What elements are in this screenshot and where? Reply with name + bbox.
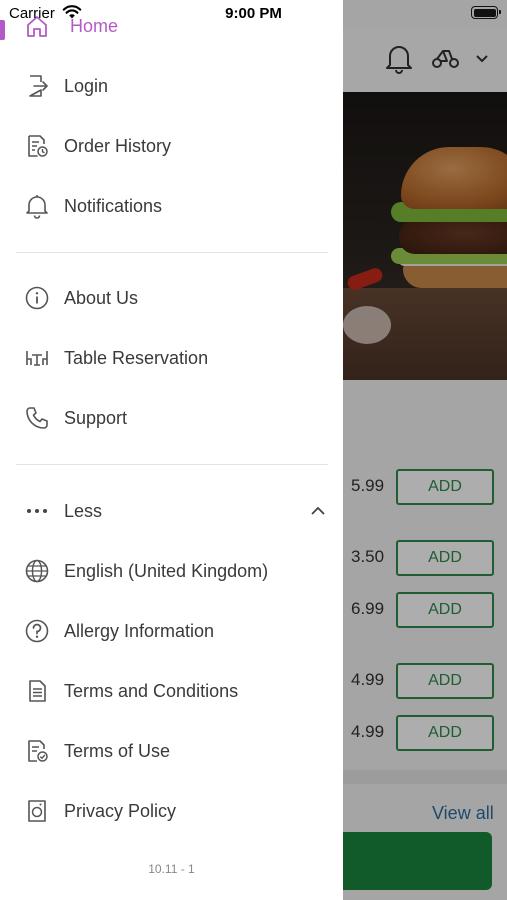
drawer-item-label: About Us — [64, 287, 139, 308]
app-screen: Carrier 9:00 PM 5.99 ADD 3.50 ADD 6.99 A… — [0, 0, 507, 900]
question-icon — [22, 616, 52, 646]
drawer-item-language[interactable]: English (United Kingdom) — [22, 549, 268, 593]
order-history-icon — [22, 131, 52, 161]
drawer-overlay[interactable] — [343, 0, 507, 900]
menu-divider — [16, 464, 328, 465]
document-check-icon — [22, 736, 52, 766]
drawer-item-terms-of-use[interactable]: Terms of Use — [22, 729, 170, 773]
drawer-item-home[interactable]: Home — [22, 6, 118, 46]
drawer-item-label: Privacy Policy — [64, 800, 177, 821]
drawer-item-notifications[interactable]: Notifications — [22, 184, 162, 228]
drawer-item-support[interactable]: Support — [22, 396, 127, 440]
drawer-item-label: Order History — [64, 135, 172, 156]
info-icon — [22, 283, 52, 313]
drawer-item-label: English (United Kingdom) — [64, 560, 269, 581]
table-icon — [22, 343, 52, 373]
drawer-item-order-history[interactable]: Order History — [22, 124, 171, 168]
drawer-item-login[interactable]: Login — [22, 64, 108, 108]
drawer-item-label: Allergy Information — [64, 620, 215, 641]
document-icon — [22, 676, 52, 706]
drawer-item-allergy-information[interactable]: Allergy Information — [22, 609, 214, 653]
drawer-item-about-us[interactable]: About Us — [22, 276, 138, 320]
privacy-icon — [22, 796, 52, 826]
chevron-up-icon[interactable] — [310, 505, 326, 517]
drawer-item-label: Less — [64, 500, 103, 521]
drawer-item-less[interactable]: Less — [22, 489, 102, 533]
active-indicator — [0, 20, 5, 40]
app-version: 10.11 - 1 — [148, 862, 195, 876]
home-icon — [27, 16, 47, 37]
drawer-item-label: Terms and Conditions — [64, 680, 239, 701]
drawer-item-label: Table Reservation — [64, 347, 209, 368]
drawer-item-label: Support — [64, 407, 128, 428]
drawer-item-table-reservation[interactable]: Table Reservation — [22, 336, 208, 380]
drawer-item-label: Login — [64, 75, 109, 96]
globe-icon — [22, 556, 52, 586]
phone-icon — [22, 403, 52, 433]
drawer-item-label: Terms of Use — [64, 740, 171, 761]
bell-icon — [22, 191, 52, 221]
login-icon — [22, 71, 52, 101]
drawer-item-privacy-policy[interactable]: Privacy Policy — [22, 789, 176, 833]
drawer-item-label: Home — [70, 15, 119, 36]
side-drawer: Home Login Order History Notifications A… — [0, 0, 343, 900]
drawer-item-label: Notifications — [64, 195, 163, 216]
drawer-item-terms-and-conditions[interactable]: Terms and Conditions — [22, 669, 238, 713]
more-dots-icon — [22, 496, 52, 526]
menu-divider — [16, 252, 328, 253]
